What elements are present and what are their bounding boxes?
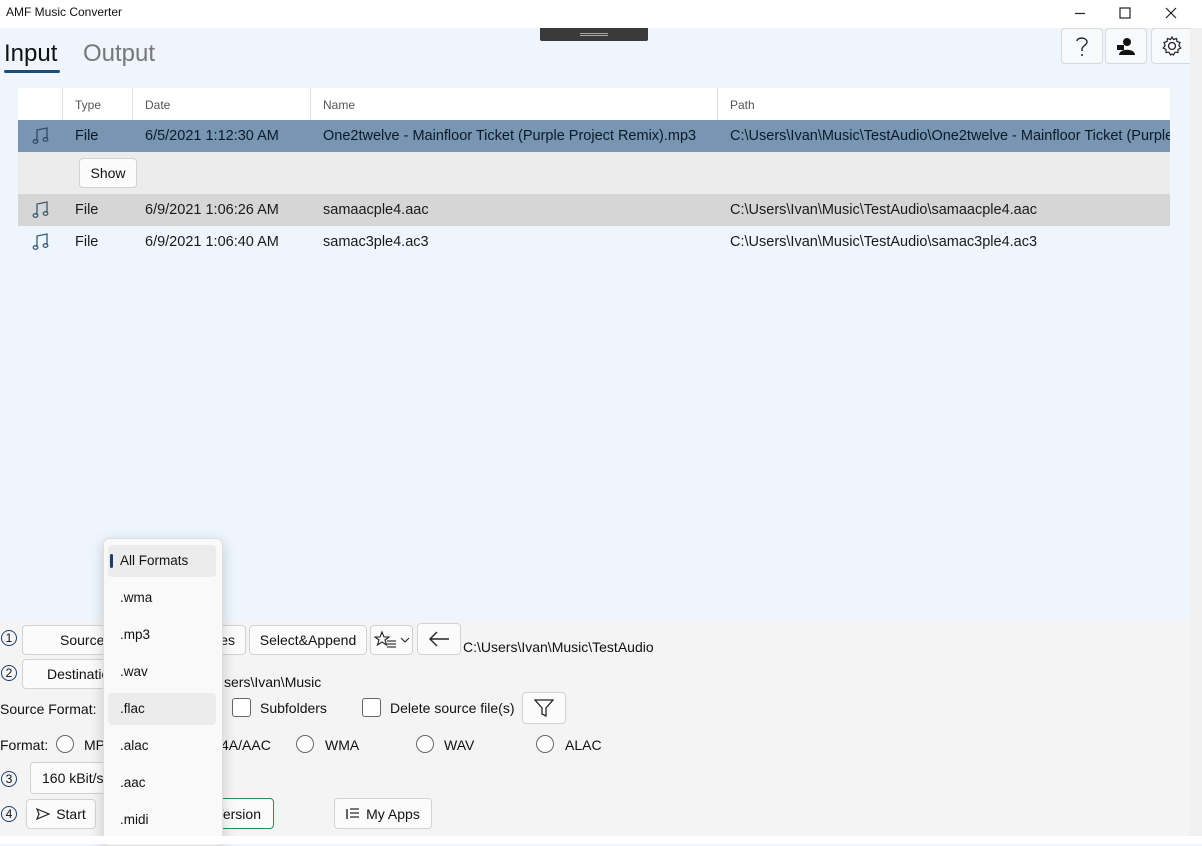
vertical-scrollbar[interactable] [1190,28,1202,836]
music-file-icon [32,201,49,218]
filter-button[interactable] [522,692,566,724]
step-3-indicator: 3 [1,771,17,787]
delete-source-checkbox[interactable] [362,698,381,717]
row-date: 6/9/2021 1:06:40 AM [145,234,279,250]
app-title: AMF Music Converter [6,5,123,19]
dropdown-item-midi[interactable]: .midi [108,804,216,836]
header-date[interactable]: Date [145,98,170,112]
row-type: File [75,128,99,144]
header-path[interactable]: Path [730,98,755,112]
dropdown-item-wma[interactable]: .wma [108,582,216,614]
row-path: C:\Users\Ivan\Music\TestAudio\samaacple4… [730,202,1038,218]
format-radio-mp3[interactable] [56,735,74,753]
step-4-indicator: 4 [1,806,17,822]
maximize-button[interactable] [1102,0,1148,26]
format-radio-wma[interactable] [296,735,314,753]
start-label: Start [56,806,86,822]
dropdown-item-all-formats[interactable]: All Formats [108,545,216,577]
format-option-wav: WAV [444,737,475,753]
favorite-list-icon [373,630,409,648]
format-radio-alac[interactable] [536,735,554,753]
dropdown-item-aac[interactable]: .aac [108,767,216,799]
destination-path: sers\Ivan\Music [224,674,322,690]
list-icon [346,807,360,819]
my-apps-button[interactable]: My Apps [334,798,432,829]
account-button[interactable] [1105,28,1147,64]
format-option-mp3: MP [84,737,105,753]
panel-drag-handle[interactable] [540,28,648,41]
maximize-icon [1119,7,1131,19]
ad-strip [0,836,1202,844]
tab-output[interactable]: Output [83,40,155,68]
my-apps-label: My Apps [366,805,420,822]
header-name[interactable]: Name [323,98,355,112]
subfolders-label: Subfolders [260,700,327,716]
source-path: C:\Users\Ivan\Music\TestAudio [463,639,654,655]
title-bar: AMF Music Converter [0,0,1202,28]
row-name: samaacple4.aac [323,202,429,218]
row-date: 6/5/2021 1:12:30 AM [145,128,279,144]
minimize-button[interactable] [1057,0,1103,26]
input-file-grid: Type Date Name Path File 6/5/2021 1:12:3… [18,88,1170,250]
start-button[interactable]: Start [26,799,96,829]
tab-active-indicator [4,70,60,73]
table-row[interactable]: File 6/9/2021 1:06:26 AM samaacple4.aac … [18,194,1170,226]
music-file-icon [32,233,49,250]
format-option-alac: ALAC [565,737,602,753]
send-icon [36,808,51,820]
dropdown-item-wav[interactable]: .wav [108,656,216,688]
delete-source-label: Delete source file(s) [390,700,515,716]
row-type: File [75,202,99,218]
table-row[interactable]: File 6/9/2021 1:06:40 AM samac3ple4.ac3 … [18,226,1170,258]
music-file-icon [32,127,49,144]
format-radio-wav[interactable] [416,735,434,753]
question-icon [1076,37,1088,56]
row-name: One2twelve - Mainfloor Ticket (Purple Pr… [323,128,697,144]
settings-button[interactable] [1151,28,1193,64]
minimize-icon [1075,12,1085,15]
row-path: C:\Users\Ivan\Music\TestAudio\One2twelve… [730,128,1170,144]
user-icon [1117,38,1135,55]
dropdown-item-alac[interactable]: .alac [108,730,216,762]
close-button[interactable] [1148,0,1194,26]
arrow-left-icon [429,631,449,647]
header-type[interactable]: Type [75,98,101,112]
help-button[interactable] [1061,28,1103,64]
table-row[interactable]: File 6/5/2021 1:12:30 AM One2twelve - Ma… [18,120,1170,152]
grid-header: Type Date Name Path [18,88,1170,120]
row-type: File [75,234,99,250]
filter-icon [534,699,554,718]
dropdown-item-mp3[interactable]: .mp3 [108,619,216,651]
step-2-indicator: 2 [1,665,17,681]
back-button[interactable] [417,623,461,655]
dropdown-item-flac[interactable]: .flac [108,693,216,725]
row-path: C:\Users\Ivan\Music\TestAudio\samac3ple4… [730,234,1038,250]
gear-icon [1162,35,1182,56]
show-button[interactable]: Show [79,158,137,188]
favorites-dropdown[interactable] [370,625,413,655]
format-option-m4a: 4A/AAC [221,737,271,753]
close-icon [1165,7,1177,19]
row-date: 6/9/2021 1:06:26 AM [145,202,279,218]
source-format-dropdown: All Formats .wma .mp3 .wav .flac .alac .… [103,538,223,846]
subfolders-checkbox[interactable] [232,698,251,717]
select-append-button[interactable]: Select&Append [249,625,367,655]
row-name: samac3ple4.ac3 [323,234,429,250]
source-format-label: Source Format: [0,701,97,717]
format-label: Format: [0,737,49,753]
step-1-indicator: 1 [1,630,17,646]
row-details: Show [18,152,1170,194]
format-option-wma: WMA [325,737,360,753]
tab-input[interactable]: Input [4,40,57,68]
